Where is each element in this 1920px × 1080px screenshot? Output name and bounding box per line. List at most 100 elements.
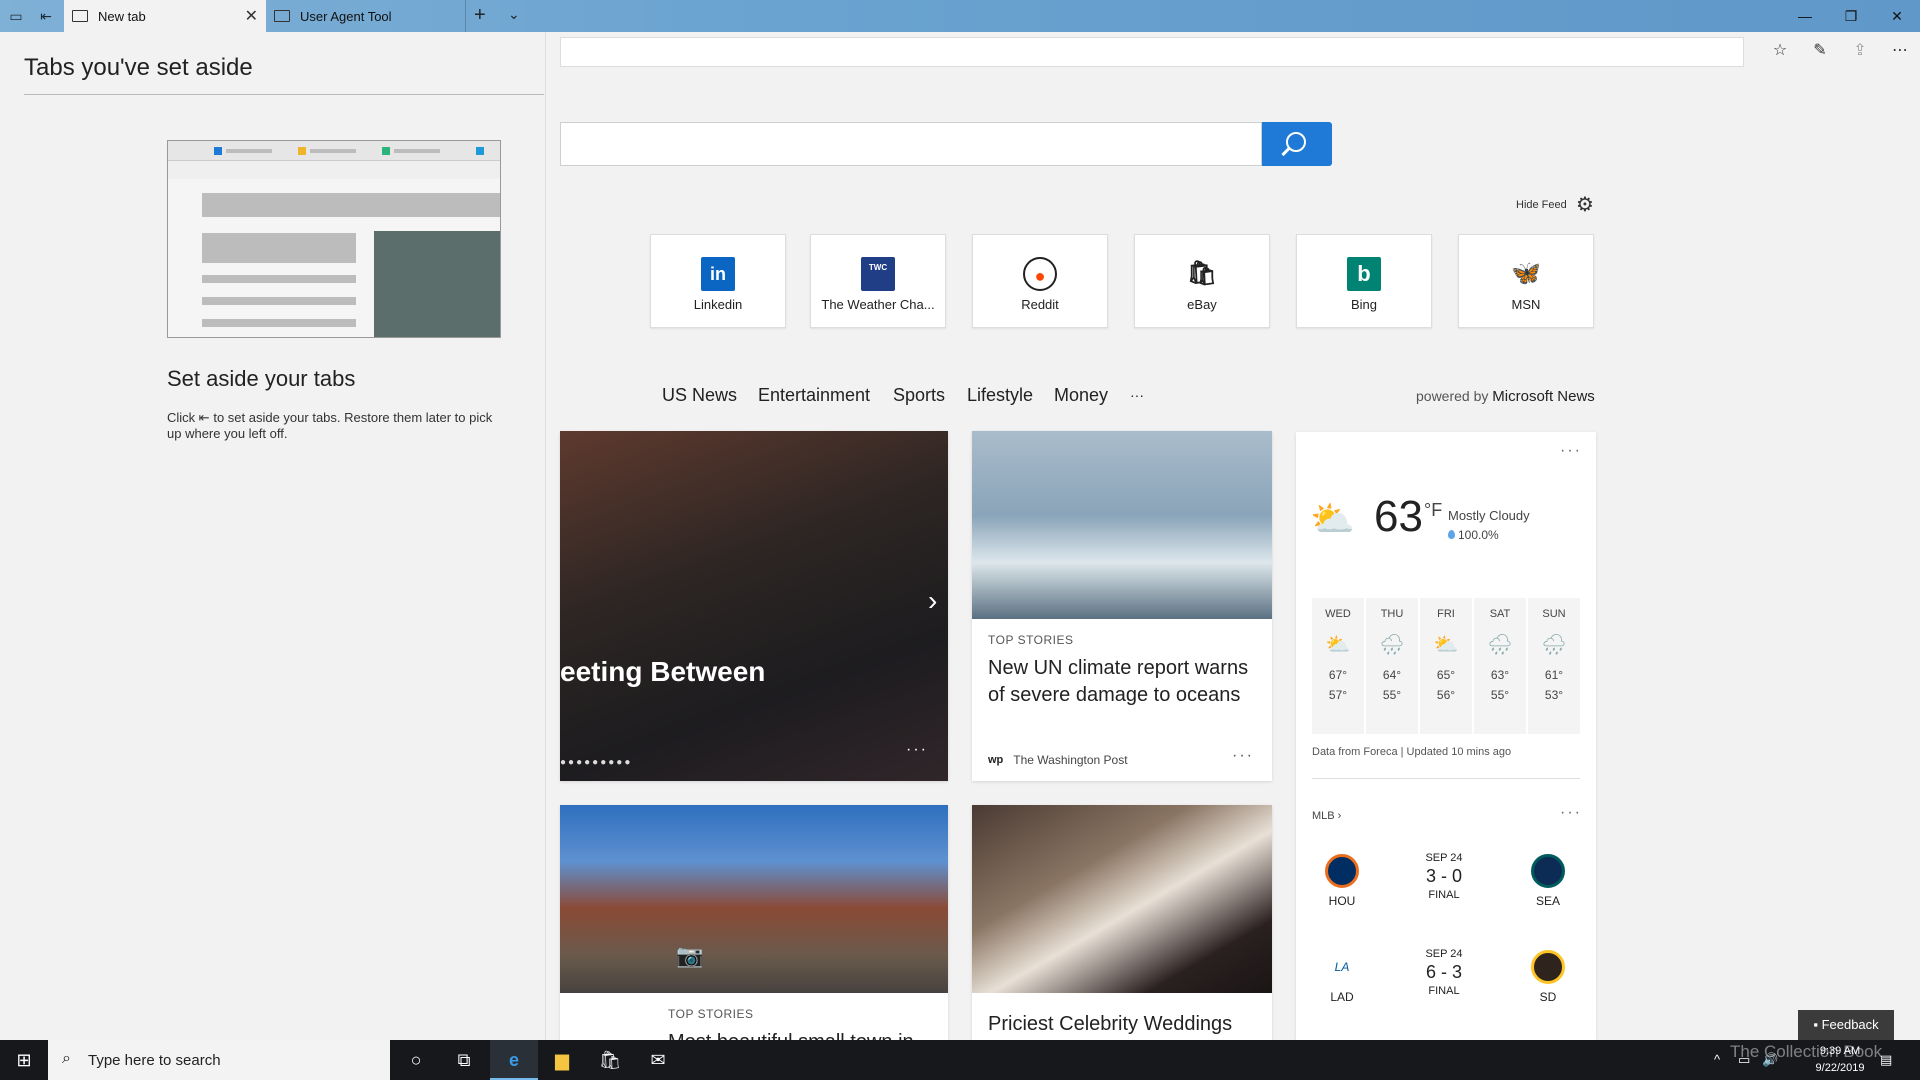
minimize-icon[interactable]: — — [1782, 0, 1828, 32]
share-icon[interactable]: ⇪ — [1848, 40, 1872, 64]
file-explorer-icon[interactable]: ▆ — [538, 1040, 586, 1080]
top-site-linkedin[interactable]: in Linkedin — [650, 234, 786, 328]
top-site-ebay[interactable]: 🛍 eBay — [1134, 234, 1270, 328]
chevron-down-icon[interactable]: ⌄ — [508, 6, 520, 23]
store-icon[interactable]: 🛍 — [586, 1040, 634, 1080]
feed-tab-money[interactable]: Money — [1054, 385, 1108, 406]
forecast-day[interactable]: WED ⛅ 67° 57° — [1312, 598, 1364, 734]
weather-credit: Data from Foreca | Updated 10 mins ago — [1312, 746, 1512, 758]
watermark: The Collection Book — [1730, 1042, 1883, 1061]
forecast-day[interactable]: SAT 🌧 63° 55° — [1474, 598, 1526, 734]
forecast-day-label: THU — [1380, 608, 1404, 620]
new-tab-plus-icon[interactable]: + — [474, 4, 486, 27]
tile-label: MSN — [1511, 297, 1541, 312]
forecast-day-label: FRI — [1437, 608, 1455, 620]
story-card-small-town[interactable]: 📷 TOP STORIES Most beautiful small town … — [560, 805, 948, 1040]
story-card-weddings[interactable]: Priciest Celebrity Weddings — [972, 805, 1272, 1040]
address-bar[interactable] — [560, 37, 1744, 67]
edge-browser-icon[interactable]: e — [490, 1040, 538, 1080]
more-icon[interactable]: ··· — [1560, 442, 1582, 460]
top-site-msn[interactable]: 🦋 MSN — [1458, 234, 1594, 328]
story-card-climate[interactable]: TOP STORIES New UN climate report warns … — [972, 431, 1272, 781]
landscape-picture-icon — [374, 231, 500, 337]
game-status: FINAL — [1428, 889, 1460, 901]
ebay-bag-icon: 🛍 — [1185, 257, 1219, 291]
team-home[interactable]: LA LAD — [1312, 950, 1372, 1004]
mail-icon[interactable]: ✉ — [634, 1040, 682, 1080]
forecast-day[interactable]: FRI ⛅ 65° 56° — [1420, 598, 1472, 734]
search-button[interactable] — [1262, 122, 1332, 166]
game-result: 3 - 0 — [1425, 866, 1463, 886]
story-title: Priciest Celebrity Weddings — [988, 1013, 1233, 1035]
washington-post-logo-icon: wp — [988, 754, 1004, 766]
forecast-low: 55° — [1382, 688, 1402, 702]
more-icon[interactable]: ··· — [906, 741, 928, 759]
gear-icon[interactable]: ⚙ — [1576, 192, 1594, 217]
game-score[interactable]: SEP 24 6 - 3 FINAL — [1384, 948, 1504, 997]
page-favicon-icon — [274, 10, 290, 22]
taskbar-search-input[interactable]: ⌕ Type here to search — [48, 1040, 390, 1080]
mlb-link[interactable]: MLB › — [1312, 810, 1341, 822]
tab-user-agent-tool[interactable]: User Agent Tool — [266, 0, 466, 32]
tab-new-tab[interactable]: New tab ✕ — [64, 0, 266, 32]
search-placeholder: Type here to search — [88, 1052, 221, 1069]
tab-preview-icon[interactable]: ▭ — [6, 6, 26, 26]
tile-label: Linkedin — [693, 297, 743, 312]
game-date: SEP 24 — [1425, 852, 1463, 864]
set-aside-tabs-icon[interactable]: ⇤ — [36, 6, 56, 26]
set-aside-illustration — [167, 140, 501, 338]
tray-chevron-icon[interactable]: ^ — [1714, 1052, 1720, 1067]
feed-tab-entertainment[interactable]: Entertainment — [758, 385, 870, 406]
more-icon[interactable]: ⋯ — [1888, 40, 1912, 64]
feed-tab-us-news[interactable]: US News — [662, 385, 737, 406]
team-away[interactable]: SEA — [1518, 854, 1578, 908]
story-image — [560, 805, 948, 993]
team-abbrev: SEA — [1535, 894, 1560, 908]
top-site-weather-channel[interactable]: TWC The Weather Cha... — [810, 234, 946, 328]
feed-tab-lifestyle[interactable]: Lifestyle — [967, 385, 1033, 406]
more-icon[interactable]: ··· — [1560, 804, 1582, 822]
story-title: New UN climate report warns of severe da… — [988, 657, 1249, 706]
window-close-icon[interactable]: ✕ — [1874, 0, 1920, 32]
windows-start-icon[interactable]: ⊞ — [0, 1040, 48, 1080]
top-site-reddit[interactable]: ● Reddit — [972, 234, 1108, 328]
bing-logo-icon: b — [1347, 257, 1381, 291]
search-input[interactable] — [560, 122, 1262, 166]
forecast-day[interactable]: SUN 🌧 61° 53° — [1528, 598, 1580, 734]
feed-more-icon[interactable]: ··· — [1130, 387, 1144, 403]
forecast-high: 61° — [1544, 668, 1564, 682]
feed-tab-sports[interactable]: Sports — [893, 385, 945, 406]
team-abbrev: LAD — [1330, 990, 1354, 1004]
set-aside-heading: Set aside your tabs — [167, 366, 356, 391]
tile-label: Bing — [1350, 297, 1378, 312]
divider — [24, 94, 544, 95]
temp-unit[interactable]: °F — [1424, 500, 1442, 521]
more-icon[interactable]: ··· — [1232, 747, 1254, 765]
hide-feed-link[interactable]: Hide Feed — [1516, 199, 1567, 211]
panel-title: Tabs you've set aside — [24, 54, 253, 81]
feedback-button[interactable]: ▪ Feedback — [1798, 1010, 1894, 1040]
top-site-bing[interactable]: b Bing — [1296, 234, 1432, 328]
chevron-right-icon[interactable]: › — [928, 585, 937, 617]
restore-icon[interactable]: ❐ — [1828, 0, 1874, 32]
mlb-label: MLB — [1312, 810, 1335, 822]
pen-icon[interactable]: ✎ — [1808, 40, 1832, 64]
forecast-high: 63° — [1490, 668, 1510, 682]
dodgers-logo-icon: LA — [1325, 950, 1359, 984]
set-aside-panel: Tabs you've set aside Set aside your tab… — [0, 32, 546, 1040]
close-icon[interactable]: ✕ — [245, 6, 258, 26]
carousel-dots[interactable]: ●●●●●●●●● — [560, 757, 632, 768]
game-score[interactable]: SEP 24 3 - 0 FINAL — [1384, 852, 1504, 901]
microsoft-news-brand[interactable]: Microsoft News — [1492, 388, 1595, 405]
hero-story-title: eeting Between — [560, 656, 766, 687]
team-home[interactable]: HOU — [1312, 854, 1372, 908]
task-view-icon[interactable]: ⧉ — [440, 1040, 488, 1080]
favorites-icon[interactable]: ☆ — [1768, 40, 1792, 64]
team-abbrev: SD — [1539, 990, 1557, 1004]
hero-story-card[interactable]: eeting Between › ●●●●●●●●● ··· — [560, 431, 948, 781]
rain-cloud-icon: 🌧 — [1487, 634, 1513, 656]
forecast-day[interactable]: THU 🌧 64° 55° — [1366, 598, 1418, 734]
cortana-icon[interactable]: ○ — [392, 1040, 440, 1080]
team-away[interactable]: SD — [1518, 950, 1578, 1004]
forecast-high: 65° — [1436, 668, 1456, 682]
